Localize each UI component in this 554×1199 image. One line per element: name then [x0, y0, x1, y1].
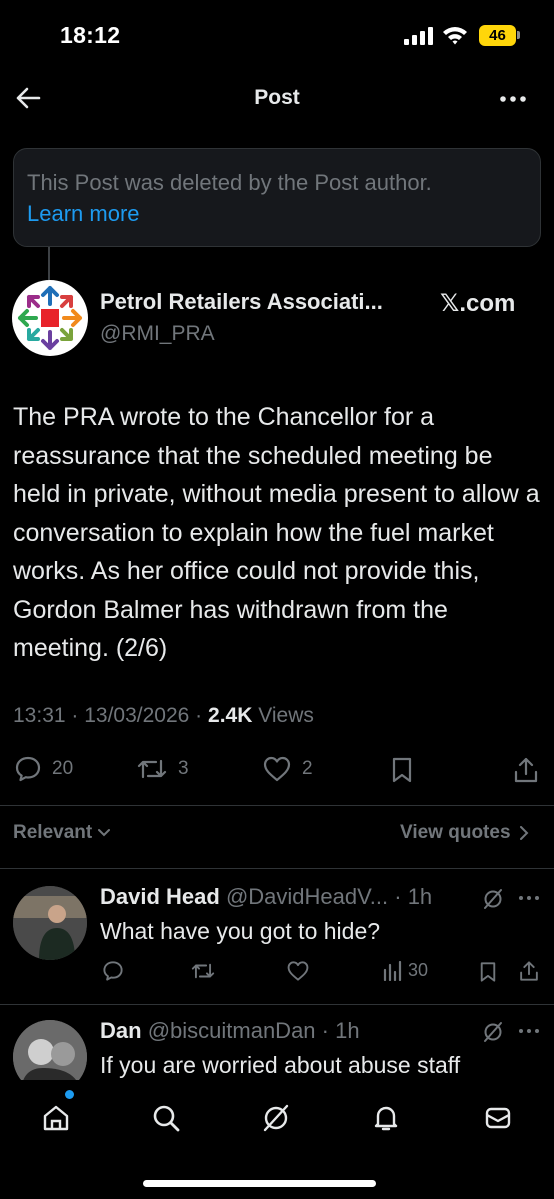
notification-dot — [65, 1090, 74, 1099]
home-indicator — [143, 1180, 376, 1187]
reply-header: David Head @DavidHeadV... · 1h — [100, 884, 433, 909]
more-horizontal-icon[interactable] — [518, 894, 540, 902]
like-count: 2 — [302, 758, 313, 779]
reply-author-name[interactable]: Dan — [100, 1018, 142, 1043]
views-button[interactable]: 30 — [382, 960, 428, 981]
more-horizontal-icon — [500, 96, 526, 102]
tab-messages[interactable] — [478, 1102, 518, 1134]
repost-count: 3 — [178, 758, 189, 779]
repost-icon — [137, 759, 167, 779]
home-icon — [43, 1105, 69, 1131]
messages-icon — [485, 1107, 511, 1129]
reply-author-handle[interactable]: @DavidHeadV... — [226, 884, 388, 909]
chevron-right-icon — [519, 826, 528, 840]
share-button[interactable] — [512, 756, 540, 784]
reply-count: 20 — [52, 758, 74, 779]
tab-notifications[interactable] — [366, 1102, 406, 1134]
views-count: 30 — [408, 960, 429, 980]
deleted-post-notice: This Post was deleted by the Post author… — [13, 148, 541, 247]
repost-button[interactable] — [190, 960, 216, 982]
deleted-notice-text: This Post was deleted by the Post author… — [27, 170, 432, 195]
reply-avatar[interactable] — [13, 886, 87, 960]
tab-search[interactable] — [146, 1102, 186, 1134]
heart-icon — [263, 756, 291, 782]
sort-label: Relevant — [13, 822, 93, 843]
battery-indicator: 46 — [479, 25, 516, 46]
views-label: Views — [258, 704, 314, 727]
repost-icon — [191, 963, 215, 979]
reply-author-name[interactable]: David Head — [100, 884, 220, 909]
bookmark-icon — [392, 757, 412, 783]
divider — [0, 805, 554, 806]
grok-icon[interactable] — [482, 1021, 504, 1043]
share-button[interactable] — [518, 960, 540, 982]
reply-author-handle[interactable]: @biscuitmanDan — [148, 1018, 316, 1043]
reply-age: 1h — [335, 1018, 360, 1043]
learn-more-link[interactable]: Learn more — [27, 198, 527, 229]
reply-header: Dan @biscuitmanDan · 1h — [100, 1018, 360, 1043]
battery-tip — [517, 31, 520, 39]
repost-button[interactable]: 3 — [136, 755, 189, 783]
thread-line — [48, 247, 50, 280]
author-avatar[interactable] — [12, 280, 88, 356]
pra-logo-icon — [18, 286, 82, 350]
reply-text: If you are worried about abuse staff — [100, 1052, 461, 1078]
tab-home[interactable] — [36, 1102, 76, 1134]
bottom-tab-bar — [0, 1080, 554, 1199]
wifi-icon — [442, 25, 468, 45]
grok-icon — [263, 1104, 289, 1132]
cellular-signal-icon — [404, 27, 434, 45]
tab-grok[interactable] — [256, 1102, 296, 1134]
share-icon — [520, 961, 538, 981]
chevron-down-icon — [98, 829, 111, 837]
views-count: 2.4K — [208, 704, 253, 727]
post-meta: 13:31 · 13/03/2026 · 2.4K Views — [13, 704, 314, 727]
notifications-icon — [374, 1106, 398, 1131]
reply-icon — [15, 756, 41, 782]
bookmark-icon — [480, 962, 496, 982]
reply-icon — [103, 961, 123, 981]
share-icon — [514, 757, 538, 783]
like-button[interactable]: 2 — [262, 755, 313, 783]
bar-chart-icon — [383, 960, 402, 981]
sort-relevant-dropdown[interactable]: Relevant — [13, 822, 111, 844]
more-options-button[interactable] — [498, 89, 528, 109]
reply-age: 1h — [407, 884, 433, 909]
view-quotes-link[interactable]: View quotes — [400, 822, 529, 844]
reply-button[interactable]: 20 — [14, 755, 73, 783]
post-date: 13/03/2026 — [84, 704, 190, 727]
xcom-label: 𝕏.com — [440, 290, 516, 317]
search-icon — [153, 1105, 180, 1132]
like-button[interactable] — [286, 960, 310, 982]
heart-icon — [287, 961, 309, 981]
divider — [0, 868, 554, 869]
author-handle[interactable]: @RMI_PRA — [100, 322, 215, 346]
reply-text: What have you got to hide? — [100, 918, 381, 944]
divider — [0, 1004, 554, 1005]
more-horizontal-icon[interactable] — [518, 1027, 540, 1035]
bookmark-button[interactable] — [478, 961, 498, 983]
post-text: The PRA wrote to the Chancellor for a re… — [13, 403, 540, 662]
reply-button[interactable] — [102, 960, 124, 982]
page-title: Post — [254, 86, 300, 109]
grok-icon[interactable] — [482, 888, 504, 910]
author-name[interactable]: Petrol Retailers Associati... — [100, 289, 383, 315]
post-time: 13:31 — [13, 704, 66, 727]
bookmark-button[interactable] — [390, 756, 414, 784]
status-time: 18:12 — [60, 22, 121, 48]
view-quotes-label: View quotes — [400, 822, 511, 843]
profile-photo-icon — [13, 886, 87, 960]
